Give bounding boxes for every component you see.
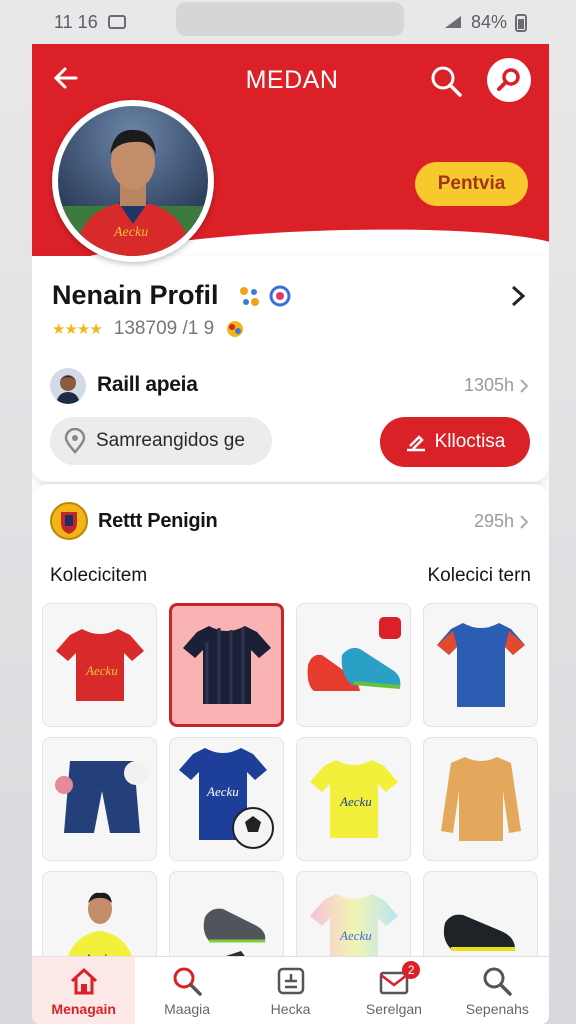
chevron-right-icon — [520, 379, 529, 393]
nav-label: Sepenahs — [465, 1001, 529, 1017]
search-icon — [173, 967, 202, 996]
verified-icon — [269, 285, 291, 307]
contact-row[interactable]: Raill apeia 1305h — [50, 368, 530, 404]
shop-name: Rettt Penigin — [98, 510, 218, 532]
status-bar: 11 16 84% — [32, 0, 549, 44]
phone-screen: 11 16 84% MEDAN Pentvia Aecku Nenain Pro… — [32, 0, 549, 1024]
status-time-group: 11 16 — [54, 12, 126, 33]
product-tile[interactable]: Aecku — [169, 737, 284, 861]
collection-link[interactable]: Kolecici tern — [428, 565, 532, 587]
action-button-label: Klloctisa — [434, 431, 506, 452]
product-tile-selected[interactable] — [169, 603, 284, 727]
nav-label: Serelgan — [365, 1001, 422, 1017]
contact-avatar — [50, 368, 86, 404]
svg-text:Aecku: Aecku — [113, 225, 148, 240]
svg-text:Aecku: Aecku — [339, 794, 372, 809]
sparkle-icon — [240, 287, 259, 306]
nav-item-explore[interactable]: Sepenahs — [446, 957, 549, 1024]
product-tile[interactable] — [296, 603, 411, 727]
battery-text: 84% — [470, 11, 507, 32]
ball-icon — [227, 321, 244, 337]
nav-label: Menagain — [51, 1001, 116, 1017]
pin-button[interactable] — [487, 58, 531, 102]
player-portrait: Aecku — [58, 129, 208, 256]
nav-item-mail[interactable]: 2 Serelgan — [342, 957, 445, 1024]
rating-text: 138709 /1 9 — [113, 318, 215, 339]
svg-text:Aecku: Aecku — [206, 784, 239, 799]
product-tile[interactable] — [42, 737, 157, 861]
person-icon — [56, 375, 80, 404]
product-tile[interactable]: Aecku — [296, 737, 411, 861]
back-button[interactable] — [52, 64, 80, 92]
profile-name: Nenain Profil — [52, 280, 219, 310]
location-pin-icon — [64, 428, 86, 454]
status-right: 84% — [443, 12, 527, 33]
shop-row[interactable]: Rettt Penigin 295h — [50, 502, 530, 542]
nav-item-search[interactable]: Maagia — [135, 957, 238, 1024]
notification-icon — [107, 15, 126, 29]
battery-icon — [515, 14, 527, 32]
notification-badge: 2 — [402, 961, 421, 979]
box-icon — [277, 967, 304, 995]
dark-jersey-image — [182, 626, 271, 704]
contact-name: Raill apeia — [97, 373, 198, 396]
nav-label: Maagia — [164, 1001, 211, 1017]
pin-icon — [497, 68, 520, 91]
chevron-right-icon[interactable] — [508, 284, 528, 308]
orange-jacket-image — [440, 757, 521, 841]
nav-label: Hecka — [270, 1001, 311, 1017]
rating-row: ★★★★ 138709 /1 9 — [52, 318, 244, 340]
search-icon — [431, 66, 462, 97]
contact-meta: 1305h — [463, 375, 514, 395]
profile-avatar[interactable]: Aecku — [52, 100, 214, 262]
profile-card: Nenain Profil ★★★★ 138709 /1 9 Raill ape… — [32, 256, 549, 482]
shop-card: Rettt Penigin 295h Kolecicitem Kolecici … — [32, 484, 549, 995]
svg-text:Aecku: Aecku — [85, 663, 118, 678]
avatar-photo: Aecku — [58, 106, 208, 256]
collection-title: Kolecicitem — [50, 565, 148, 586]
app-title: MEDAN — [245, 66, 339, 94]
yellow-jersey-image: Aecku — [309, 760, 398, 838]
search-button[interactable] — [429, 64, 463, 98]
blue-jersey-ball-image: Aecku — [178, 748, 274, 849]
edit-icon — [406, 435, 425, 452]
svg-text:Aecku: Aecku — [339, 928, 372, 943]
nav-item-box[interactable]: Hecka — [239, 957, 342, 1024]
shop-logo — [50, 502, 88, 540]
nav-item-home[interactable]: Menagain — [32, 957, 136, 1024]
product-tile[interactable]: Aecku — [42, 603, 157, 727]
follow-badge[interactable]: Pentvia — [415, 162, 528, 206]
bottom-nav: Menagain Maagia Hecka 2 Serelgan Sepenah… — [32, 956, 549, 1024]
chevron-right-icon — [520, 515, 529, 529]
name-badges — [236, 283, 292, 309]
search-icon — [483, 967, 513, 996]
arrow-left-icon — [53, 67, 78, 89]
shorts-image — [54, 761, 148, 833]
product-tile[interactable] — [423, 737, 538, 861]
product-grid: Aecku Aecku Aecku Aecku — [42, 603, 538, 995]
location-pill[interactable]: Samreangidos ge — [50, 417, 272, 465]
location-text: Samreangidos ge — [96, 430, 245, 451]
product-tile[interactable] — [423, 603, 538, 727]
home-icon — [70, 967, 97, 995]
tile-badge — [379, 617, 401, 639]
camera-notch — [176, 2, 404, 36]
red-jersey-image: Aecku — [55, 629, 144, 701]
shop-meta: 295h — [473, 511, 514, 531]
blue-red-jersey-image — [436, 623, 525, 707]
wifi-icon — [444, 16, 461, 28]
crest-icon — [61, 512, 77, 534]
action-button[interactable]: Klloctisa — [380, 417, 530, 467]
status-time: 11 16 — [54, 11, 98, 32]
rating-stars: ★★★★ — [52, 321, 103, 338]
